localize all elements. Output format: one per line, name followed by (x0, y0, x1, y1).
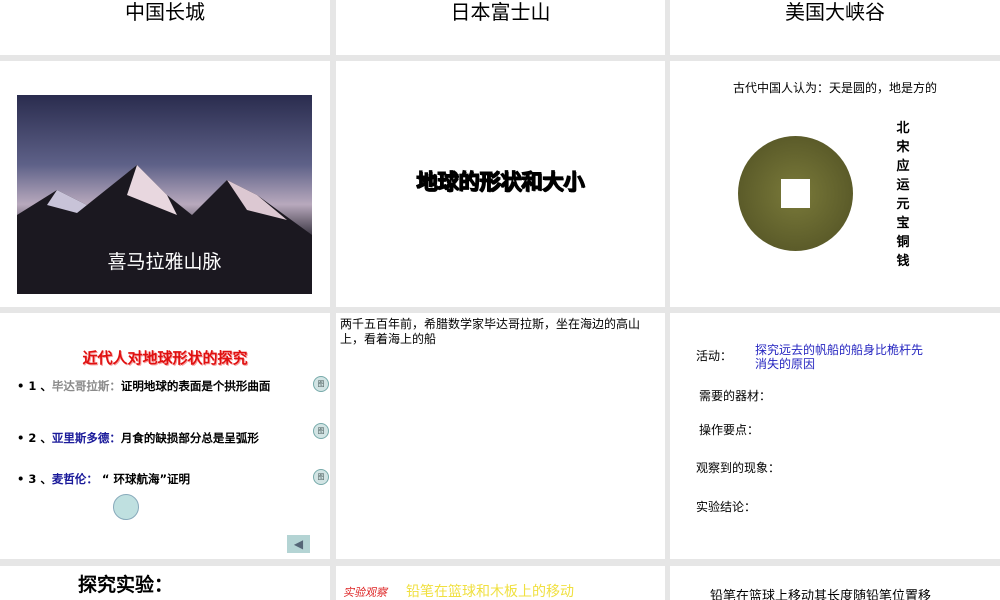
materials-label: 需要的器材： (699, 389, 772, 403)
caption-char: 运 (896, 178, 910, 193)
slide-thumbnail-7[interactable]: 近代人对地球形状的探究 • 1 、毕达哥拉斯：证明地球的表面是个拱形曲面 • 2… (0, 313, 330, 559)
vertical-caption: 北 宋 应 运 元 宝 铜 钱 (896, 119, 910, 271)
observed-label: 观察到的现象： (696, 461, 781, 475)
slide-thumbnail-12[interactable]: 铅笔在篮球上移动其长度随铅笔位置移 (670, 566, 1000, 600)
points-label: 操作要点： (699, 423, 760, 437)
slide-text: 两千五百年前，希腊数学家毕达哥拉斯，坐在海边的高山上，看着海上的船 (340, 317, 641, 346)
slide-thumbnail-10[interactable]: 探究实验： (0, 566, 330, 600)
caption-char: 宝 (896, 216, 910, 231)
slide-heading: 古代中国人认为：天是圆的，地是方的 (732, 81, 937, 95)
slide-title: 近代人对地球形状的探究 (82, 349, 248, 367)
slide-title: 探究实验： (78, 574, 174, 596)
slide-title: 地球的形状和大小 (416, 169, 585, 194)
stamp-logo: 实验观察 (343, 586, 387, 599)
back-arrow-icon[interactable]: ◀ (287, 535, 310, 553)
activity-text: 探究远去的帆船的船身比桅杆先消失的原因 (755, 343, 924, 371)
slide-thumbnail-2[interactable]: 日本富士山 (336, 0, 665, 55)
caption-char: 北 (896, 121, 910, 136)
activity-label: 活动： (696, 349, 733, 363)
caption-char: 钱 (896, 254, 910, 269)
conclusion-label: 实验结论： (696, 500, 757, 514)
slide-thumbnail-11[interactable]: 实验观察 铅笔在篮球和木板上的移动 (336, 566, 665, 600)
circle-shape (113, 494, 139, 520)
slide-thumbnail-5[interactable]: 地球的形状和大小 (336, 61, 665, 307)
slide-thumbnail-3[interactable]: 美国大峡谷 (670, 0, 1000, 55)
slide-thumbnail-6[interactable]: 古代中国人认为：天是圆的，地是方的 北 宋 应 运 元 宝 铜 钱 (670, 61, 1000, 307)
slide-text: 铅笔在篮球上移动其长度随铅笔位置移 (710, 589, 932, 600)
slide-thumbnail-8[interactable]: 两千五百年前，希腊数学家毕达哥拉斯，坐在海边的高山上，看着海上的船 (336, 313, 665, 559)
bullet-item: • 3 、麦哲伦： “ 环球航海”证明 (17, 472, 190, 486)
bullet-item: • 2 、亚里斯多德：月食的缺损部分总是呈弧形 (17, 431, 259, 445)
bullet-item: • 1 、毕达哥拉斯：证明地球的表面是个拱形曲面 (17, 379, 271, 393)
slide-thumbnail-4[interactable]: 喜马拉雅山脉 (0, 61, 330, 307)
slide-title: 中国长城 (125, 0, 205, 24)
image-button[interactable]: 图 (313, 423, 329, 439)
caption-char: 宋 (896, 140, 910, 155)
slide-thumbnail-9[interactable]: 活动： 探究远去的帆船的船身比桅杆先消失的原因 需要的器材： 操作要点： 观察到… (670, 313, 1000, 559)
himalaya-photo: 喜马拉雅山脉 (17, 95, 312, 294)
coin-image (738, 136, 853, 251)
caption-char: 铜 (896, 235, 910, 250)
slide-title: 美国大峡谷 (785, 0, 885, 24)
slide-thumbnail-1[interactable]: 中国长城 (0, 0, 330, 55)
caption-char: 应 (896, 159, 910, 174)
image-button[interactable]: 图 (313, 469, 329, 485)
photo-caption: 喜马拉雅山脉 (107, 251, 222, 273)
caption-char: 元 (896, 197, 910, 212)
slide-title: 日本富士山 (450, 0, 551, 24)
image-button[interactable]: 图 (313, 376, 329, 392)
slide-title: 铅笔在篮球和木板上的移动 (406, 584, 574, 600)
